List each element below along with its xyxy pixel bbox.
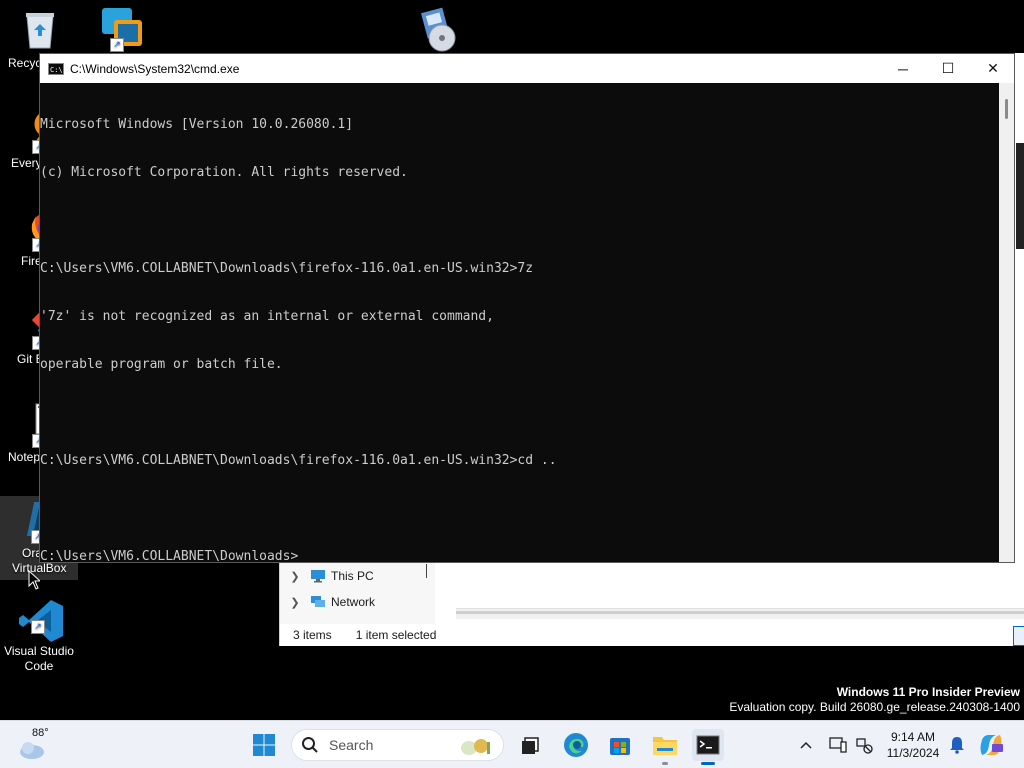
taskbar: 88° Search 9:14 AM 11/3/2024	[0, 720, 1024, 768]
cmd-window[interactable]: C:\ C:\Windows\System32\cmd.exe ─ ☐ ✕ Mi…	[39, 53, 1015, 563]
watermark-line2: Evaluation copy. Build 26080.ge_release.…	[729, 700, 1020, 714]
running-indicator	[662, 762, 668, 765]
chevron-right-icon[interactable]: ❯	[280, 570, 310, 583]
scrollbar-thumb[interactable]	[456, 611, 1024, 614]
minimize-button[interactable]: ─	[880, 54, 926, 83]
console-line: ​	[40, 501, 999, 517]
console-prompt-line[interactable]: C:\Users\VM6.COLLABNET\Downloads>	[40, 549, 999, 562]
evaluation-watermark: Windows 11 Pro Insider Preview Evaluatio…	[729, 685, 1020, 715]
taskbar-file-explorer[interactable]	[649, 729, 681, 765]
shortcut-arrow-icon: ↗	[110, 38, 124, 52]
edge-icon	[564, 733, 588, 757]
task-view-button[interactable]	[514, 729, 546, 761]
vertical-scrollbar[interactable]	[999, 83, 1014, 562]
network-status-icon	[856, 738, 873, 754]
console-line: C:\Users\VM6.COLLABNET\Downloads\firefox…	[40, 453, 557, 468]
horizontal-scrollbar[interactable]	[456, 608, 1024, 619]
weather-cloud-icon	[20, 742, 44, 759]
status-selection: 1 item selected	[355, 628, 437, 642]
devices-icon	[829, 737, 847, 753]
search-highlight-icon	[461, 739, 490, 755]
copilot-button[interactable]	[975, 729, 1007, 761]
taskbar-terminal[interactable]	[692, 729, 724, 765]
vscode-icon: ↗	[17, 596, 63, 642]
chevron-right-icon[interactable]: ❯	[280, 596, 310, 609]
task-view-icon	[522, 737, 539, 754]
weather-widget[interactable]: 88°	[14, 727, 54, 763]
cmd-window-title: C:\Windows\System32\cmd.exe	[70, 61, 240, 76]
active-indicator	[701, 762, 715, 765]
folder-icon	[653, 737, 677, 755]
maximize-icon: ☐	[941, 60, 955, 76]
watermark-line1: Windows 11 Pro Insider Preview	[836, 685, 1020, 699]
pane-divider[interactable]	[426, 564, 427, 578]
this-pc-icon	[311, 570, 325, 583]
nav-item-label: Network	[331, 595, 376, 609]
installer-disc-icon	[406, 6, 456, 52]
clock[interactable]: 9:14 AM 11/3/2024	[880, 729, 946, 761]
clock-date: 11/3/2024	[886, 746, 940, 760]
start-button[interactable]	[248, 729, 280, 761]
explorer-window-edge	[1014, 53, 1024, 561]
store-icon	[610, 738, 630, 755]
desktop-icon-virtualbox-top[interactable]: ↗	[78, 4, 158, 52]
status-item-count: 3 items	[293, 628, 332, 642]
nav-item-label: This PC	[331, 569, 374, 583]
console-line: '7z' is not recognized as an internal or…	[40, 309, 494, 324]
console-line: ​	[40, 405, 999, 421]
terminal-icon	[696, 735, 720, 755]
search-icon	[302, 737, 318, 753]
recycle-bin-icon	[18, 8, 62, 52]
notifications-button[interactable]	[941, 729, 973, 761]
bell-icon	[950, 737, 964, 754]
close-button[interactable]: ✕	[970, 54, 1016, 83]
maximize-button[interactable]: ☐	[925, 54, 971, 83]
cmd-app-icon: C:\	[48, 62, 64, 75]
network-icon	[311, 596, 325, 607]
taskbar-microsoft-store[interactable]	[604, 729, 636, 761]
console-output[interactable]: Microsoft Windows [Version 10.0.26080.1]…	[40, 83, 999, 562]
mouse-cursor-icon	[28, 570, 40, 590]
cmd-title-bar[interactable]: C:\ C:\Windows\System32\cmd.exe ─ ☐ ✕	[40, 54, 1014, 83]
taskbar-edge[interactable]	[560, 729, 592, 761]
details-view-button[interactable]	[1013, 626, 1024, 646]
taskbar-search-box[interactable]: Search	[291, 729, 504, 761]
desktop-icon-label-line2: Code	[24, 659, 54, 673]
console-line: operable program or batch file.	[40, 357, 283, 372]
status-bar: 3 items 1 item selected	[280, 624, 1024, 646]
file-explorer-window: ❯ This PC ❯ Network 3 items 1 item selec…	[279, 560, 1024, 646]
windows-logo-icon	[253, 734, 275, 756]
desktop: Recyc ↗ ↗	[0, 0, 1024, 768]
shortcut-arrow-icon: ↗	[31, 620, 45, 634]
chevron-up-icon	[800, 741, 812, 749]
close-icon: ✕	[987, 60, 999, 76]
minimize-icon: ─	[898, 60, 908, 77]
desktop-icon-installer[interactable]	[388, 6, 468, 54]
console-line: (c) Microsoft Corporation. All rights re…	[40, 165, 408, 180]
show-hidden-icons-button[interactable]	[790, 729, 822, 761]
console-line: C:\Users\VM6.COLLABNET\Downloads\firefox…	[40, 261, 534, 276]
tray-network[interactable]	[848, 729, 880, 761]
copilot-icon	[980, 734, 1003, 756]
search-placeholder: Search	[329, 737, 374, 753]
desktop-icon-label-line1: Visual Studio	[4, 644, 74, 658]
clock-time: 9:14 AM	[890, 730, 936, 744]
console-line: ​	[40, 213, 999, 229]
console-line: Microsoft Windows [Version 10.0.26080.1]	[40, 117, 354, 132]
desktop-icon-vscode[interactable]: ↗ Visual Studio Code	[0, 596, 78, 674]
virtualbox-app-icon: ↗	[96, 4, 142, 52]
nav-item-network[interactable]: ❯ Network	[280, 586, 435, 618]
scrollbar-thumb[interactable]	[1005, 99, 1008, 119]
explorer-dark-panel	[1016, 143, 1024, 249]
weather-temperature: 88°	[32, 727, 49, 739]
